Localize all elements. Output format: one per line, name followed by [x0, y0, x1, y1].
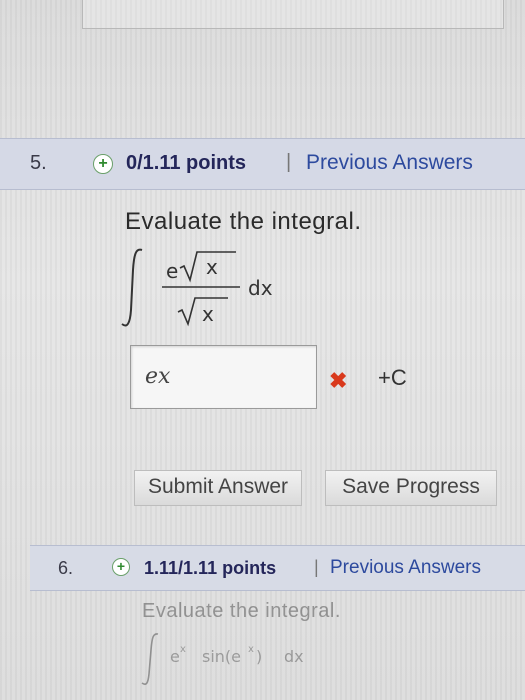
- question-number: 5.: [30, 152, 47, 174]
- differential: dx: [284, 647, 304, 666]
- separator: |: [286, 151, 292, 173]
- numerator-radicand: x: [206, 255, 218, 279]
- plus-icon[interactable]: +: [112, 558, 130, 576]
- integrand-exponent: x: [180, 644, 186, 655]
- differential: dx: [248, 276, 273, 300]
- previous-question-box: [82, 0, 504, 29]
- plus-icon[interactable]: +: [93, 154, 113, 174]
- incorrect-x-icon: ✖: [329, 368, 348, 393]
- previous-answers-link[interactable]: Previous Answers: [306, 151, 473, 175]
- integral-expression: e x sin(e x ) dx: [141, 633, 304, 686]
- submit-answer-button[interactable]: Submit Answer: [134, 470, 302, 506]
- constant-of-integration: +C: [378, 365, 407, 390]
- question-5-header: 5. + 0/1.11 points | Previous Answers: [0, 138, 525, 190]
- sin-close: ): [256, 647, 262, 666]
- answer-value: ex: [145, 364, 171, 389]
- separator: |: [314, 557, 319, 577]
- integral-expression: e x x dx: [121, 248, 273, 327]
- numerator-base: e: [166, 259, 178, 283]
- denominator-radicand: x: [202, 302, 214, 326]
- answer-input[interactable]: ex: [130, 345, 317, 409]
- question-prompt: Evaluate the integral.: [142, 600, 341, 622]
- save-progress-button[interactable]: Save Progress: [325, 470, 497, 506]
- question-6-header: 6. + 1.11/1.11 points | Previous Answers: [30, 545, 525, 591]
- integrand-base: e: [170, 647, 180, 666]
- question-number: 6.: [58, 558, 74, 578]
- sin-exponent: x: [248, 644, 254, 655]
- points-score: 0/1.11 points: [126, 152, 247, 174]
- previous-answers-link[interactable]: Previous Answers: [330, 557, 481, 579]
- question-prompt: Evaluate the integral.: [125, 208, 362, 235]
- points-score: 1.11/1.11 points: [144, 558, 277, 578]
- sin-term: sin(e: [202, 647, 241, 666]
